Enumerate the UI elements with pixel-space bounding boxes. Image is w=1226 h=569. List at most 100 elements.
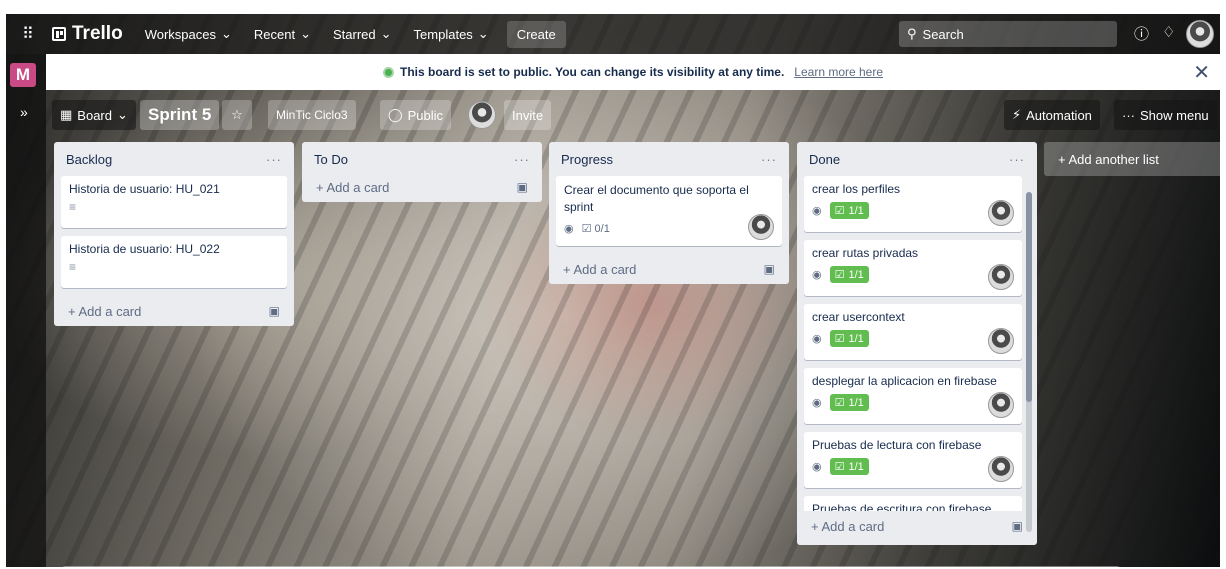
card-title: Historia de usuario: HU_021 (69, 182, 220, 196)
checklist-complete-badge: ☑ 1/1 (829, 330, 869, 347)
card-member-avatar[interactable] (988, 328, 1014, 354)
expand-sidebar-icon[interactable]: » (20, 104, 28, 120)
card-badges: ◉ ☑ 1/1 (812, 202, 1014, 219)
list-backlog: Backlog ··· Historia de usuario: HU_021 … (54, 142, 294, 326)
search-icon: ⚲ (907, 26, 917, 41)
app-switcher-icon[interactable]: ⠿ (22, 24, 44, 44)
list-vertical-scrollbar[interactable] (1026, 192, 1032, 532)
list-menu-icon[interactable]: ··· (514, 152, 530, 167)
user-avatar[interactable] (1186, 20, 1214, 48)
globe-icon: ◯ (388, 107, 403, 122)
done-card-scroll[interactable]: crear los perfiles ◉ ☑ 1/1 crear rutas p… (797, 176, 1037, 511)
card-title: crear rutas privadas (812, 246, 919, 260)
card-badges: ◉ ☑ 0/1 (564, 222, 774, 235)
chevron-down-icon: ⌄ (477, 26, 489, 41)
description-icon: ≡ (69, 260, 77, 274)
card[interactable]: crear usercontext ◉ ☑ 1/1 (804, 304, 1022, 360)
card[interactable]: Historia de usuario: HU_021 ≡ (61, 176, 287, 228)
add-card-button[interactable]: + Add a card ▣ (302, 172, 542, 202)
add-card-button[interactable]: + Add a card ▣ (54, 296, 294, 326)
card[interactable]: crear rutas privadas ◉ ☑ 1/1 (804, 240, 1022, 296)
card-template-icon[interactable]: ▣ (1012, 519, 1023, 533)
watch-eye-icon: ◉ (812, 397, 822, 409)
workspace-badge[interactable]: M (10, 63, 36, 87)
watch-eye-icon: ◉ (812, 333, 822, 345)
list-header: Progress ··· (549, 142, 789, 176)
list-header: Done ··· (797, 142, 1037, 176)
card-member-avatar[interactable] (988, 456, 1014, 482)
watch-eye-icon: ◉ (812, 205, 822, 217)
workspace-button[interactable]: MinTic Ciclo3 (268, 100, 356, 130)
list-title[interactable]: Done (809, 152, 840, 167)
card[interactable]: Pruebas de escritura con firebase (804, 496, 1022, 511)
lightning-icon: ⚡ (1012, 107, 1022, 122)
info-icon[interactable]: ⓘ (1134, 23, 1149, 44)
add-list-button[interactable]: + Add another list (1044, 142, 1220, 176)
list-title[interactable]: Backlog (66, 152, 112, 167)
watch-eye-icon: ◉ (564, 223, 574, 235)
list-menu-icon[interactable]: ··· (761, 152, 777, 167)
card-member-avatar[interactable] (988, 264, 1014, 290)
visibility-button[interactable]: ◯ Public (380, 100, 451, 130)
trello-board-icon (52, 27, 66, 41)
learn-more-link[interactable]: Learn more here (794, 65, 883, 79)
star-board-button[interactable]: ☆ (222, 100, 252, 130)
trello-logo[interactable]: Trello (52, 23, 123, 45)
list-todo: To Do ··· + Add a card ▣ (302, 142, 542, 202)
create-button[interactable]: Create (506, 20, 566, 48)
show-menu-button[interactable]: ··· Show menu (1114, 100, 1217, 130)
chevron-down-icon: ⌄ (220, 26, 232, 41)
card-member-avatar[interactable] (988, 392, 1014, 418)
card-title: Historia de usuario: HU_022 (69, 242, 220, 256)
banner-message: This board is set to public. You can cha… (399, 65, 785, 79)
close-icon[interactable]: ✕ (1193, 60, 1210, 85)
list-menu-icon[interactable]: ··· (266, 152, 282, 167)
card-title: Crear el documento que soporta el sprint (564, 183, 749, 214)
board-view-switcher[interactable]: ▦ Board ⌄ (52, 100, 136, 130)
card[interactable]: desplegar la aplicacion en firebase ◉ ☑ … (804, 368, 1022, 424)
nav-workspaces-menu[interactable]: Workspaces ⌄ (145, 26, 232, 42)
board-view-icon: ▦ (60, 107, 73, 122)
card[interactable]: crear los perfiles ◉ ☑ 1/1 (804, 176, 1022, 232)
card-template-icon[interactable]: ▣ (269, 304, 280, 318)
card[interactable]: Historia de usuario: HU_022 ≡ (61, 236, 287, 288)
board-horizontal-scrollbar[interactable] (62, 566, 1120, 567)
card-template-icon[interactable]: ▣ (764, 262, 775, 276)
checklist-complete-badge: ☑ 1/1 (829, 458, 869, 475)
automation-button[interactable]: ⚡ Automation (1004, 100, 1100, 130)
nav-starred-menu[interactable]: Starred ⌄ (333, 26, 392, 42)
list-header: To Do ··· (302, 142, 542, 176)
card[interactable]: Pruebas de lectura con firebase ◉ ☑ 1/1 (804, 432, 1022, 488)
list-menu-icon[interactable]: ··· (1009, 152, 1025, 167)
ellipsis-icon: ··· (1122, 107, 1135, 123)
chevron-down-icon: ⌄ (380, 26, 392, 41)
invite-button[interactable]: Invite (504, 100, 552, 130)
add-card-button[interactable]: + Add a card ▣ (797, 511, 1037, 541)
card-template-icon[interactable]: ▣ (517, 180, 528, 194)
card[interactable]: Crear el documento que soporta el sprint… (556, 176, 782, 246)
checklist-complete-badge: ☑ 1/1 (829, 266, 869, 283)
list-title[interactable]: To Do (314, 152, 348, 167)
scrollbar-thumb[interactable] (1026, 192, 1032, 402)
list-title[interactable]: Progress (561, 152, 613, 167)
workspace-sidebar: M » (6, 54, 46, 567)
search-input[interactable]: ⚲ Search (899, 21, 1117, 47)
list-header: Backlog ··· (54, 142, 294, 176)
board-title[interactable]: Sprint 5 (140, 100, 220, 130)
nav-recent-menu[interactable]: Recent ⌄ (254, 26, 311, 42)
card-badges: ◉ ☑ 1/1 (812, 330, 1014, 347)
card-member-avatar[interactable] (748, 214, 774, 240)
card-title: Pruebas de escritura con firebase (812, 502, 992, 511)
chevron-down-icon: ⌄ (300, 26, 311, 41)
list-progress: Progress ··· Crear el documento que sopo… (549, 142, 789, 284)
checklist-complete-badge: ☑ 1/1 (829, 202, 869, 219)
checklist-badge: ☑ 0/1 (581, 223, 610, 235)
card-member-avatar[interactable] (988, 200, 1014, 226)
add-card-button[interactable]: + Add a card ▣ (549, 254, 789, 284)
bell-icon[interactable]: ♢ (1162, 23, 1175, 41)
nav-templates-menu[interactable]: Templates ⌄ (414, 26, 489, 42)
board-canvas: ⠿ Trello Workspaces ⌄ Recent ⌄ Starred ⌄… (6, 14, 1220, 567)
list-done: Done ··· crear los perfiles ◉ ☑ 1/1 crea… (797, 142, 1037, 545)
member-avatar[interactable] (468, 101, 496, 129)
checklist-complete-badge: ☑ 1/1 (829, 394, 869, 411)
